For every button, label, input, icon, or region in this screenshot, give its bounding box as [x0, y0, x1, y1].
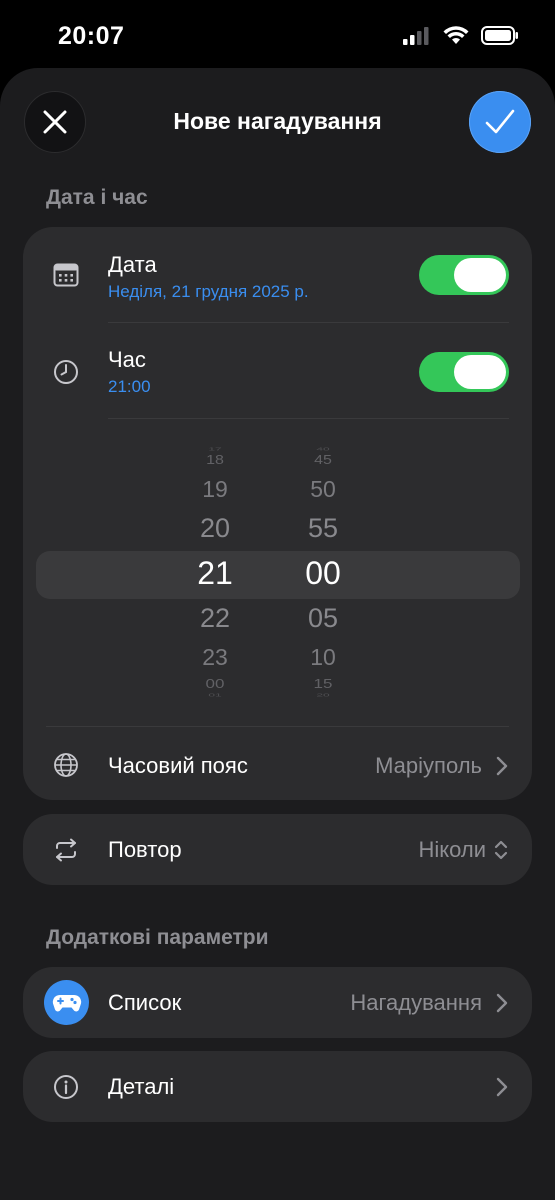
list-title: Список — [108, 990, 182, 1015]
minute-option: 55 — [307, 513, 339, 543]
minute-option: 40 — [316, 446, 330, 452]
date-title: Дата — [108, 252, 157, 277]
hour-option: 18 — [206, 453, 224, 468]
hour-wheel[interactable]: 17 18 19 20 21 22 23 00 01 — [175, 442, 255, 702]
hour-option: 23 — [202, 644, 228, 670]
minute-option: 20 — [316, 692, 330, 698]
minute-option: 50 — [310, 476, 336, 502]
hour-option: 00 — [205, 676, 225, 691]
minute-option: 45 — [314, 453, 332, 468]
chevron-right-icon — [496, 1077, 508, 1097]
timezone-value: Маріуполь — [375, 753, 482, 778]
toggle-knob — [454, 258, 506, 292]
section-label-date-time: Дата і час — [46, 186, 148, 209]
gamepad-icon — [44, 980, 89, 1025]
chevron-right-icon — [496, 756, 508, 776]
minute-option: 05 — [307, 603, 339, 633]
minute-wheel[interactable]: 40 45 50 55 00 05 10 15 20 — [283, 442, 363, 702]
hour-option: 20 — [199, 513, 231, 543]
timezone-title: Часовий пояс — [108, 753, 248, 778]
wifi-icon — [443, 26, 469, 44]
hour-selected: 21 — [197, 555, 233, 591]
hour-option: 01 — [208, 692, 222, 698]
details-title: Деталі — [108, 1074, 175, 1099]
picker-selection-band — [36, 551, 520, 599]
toggle-knob — [454, 355, 506, 389]
divider — [108, 322, 509, 323]
time-title: Час — [108, 347, 146, 372]
divider — [108, 418, 509, 419]
time-toggle[interactable] — [419, 352, 509, 392]
minute-option: 15 — [313, 676, 333, 691]
date-value[interactable]: Неділя, 21 грудня 2025 р. — [108, 282, 309, 302]
date-time-card: Дата Неділя, 21 грудня 2025 р. Час 21:00… — [23, 227, 532, 800]
repeat-title: Повтор — [108, 837, 182, 862]
repeat-row[interactable]: Повтор Ніколи — [23, 814, 532, 885]
time-picker[interactable]: 17 18 19 20 21 22 23 00 01 40 45 50 55 0… — [23, 442, 532, 702]
minute-option: 10 — [310, 644, 336, 670]
details-row[interactable]: Деталі — [23, 1051, 532, 1122]
list-value: Нагадування — [350, 990, 482, 1015]
hour-option: 17 — [208, 446, 222, 452]
calendar-icon — [53, 262, 79, 288]
hour-option: 22 — [199, 603, 231, 633]
signal-icon — [403, 26, 429, 45]
chevron-right-icon — [496, 993, 508, 1013]
status-bar: 20:07 — [0, 0, 555, 70]
status-icons — [403, 26, 519, 45]
minute-selected: 00 — [305, 555, 341, 591]
info-icon — [53, 1074, 79, 1100]
repeat-value: Ніколи — [418, 837, 486, 862]
battery-icon — [481, 26, 518, 45]
date-toggle[interactable] — [419, 255, 509, 295]
time-value[interactable]: 21:00 — [108, 377, 151, 397]
checkmark-icon — [485, 109, 515, 134]
chevron-up-down-icon — [494, 840, 508, 860]
clock-icon — [53, 359, 79, 385]
globe-icon — [53, 752, 79, 778]
divider — [46, 726, 509, 727]
hour-option: 19 — [202, 476, 228, 502]
status-time: 20:07 — [58, 22, 125, 50]
list-row[interactable]: Список Нагадування — [23, 967, 532, 1038]
section-label-extra: Додаткові параметри — [46, 926, 269, 949]
repeat-icon — [53, 837, 79, 863]
done-button[interactable] — [469, 91, 531, 153]
